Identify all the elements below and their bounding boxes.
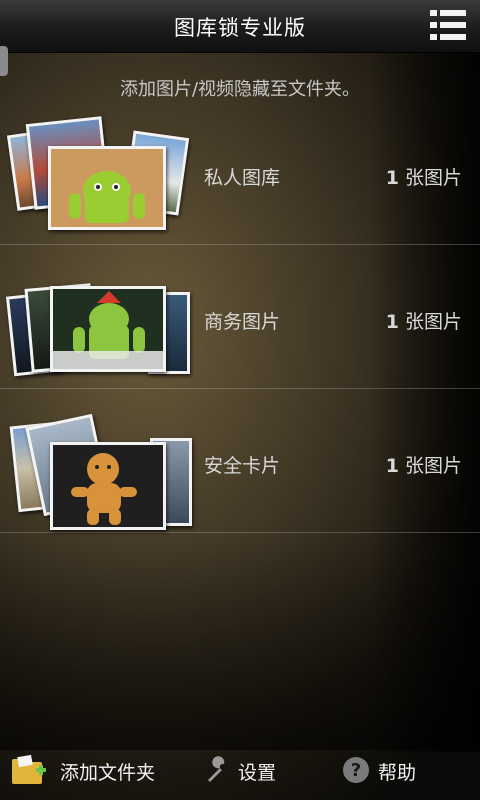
gingerbread-icon bbox=[53, 445, 163, 527]
folder-name: 商务图片 bbox=[204, 311, 281, 333]
folder-count: 1 张图片 bbox=[385, 167, 462, 189]
folder-name: 私人图库 bbox=[204, 167, 281, 189]
menu-dot bbox=[430, 10, 437, 16]
wrench-icon bbox=[208, 756, 225, 782]
list-menu-icon[interactable] bbox=[430, 8, 466, 42]
side-drawer-handle[interactable] bbox=[0, 46, 8, 76]
folder-thumbnail-stack bbox=[5, 256, 193, 377]
photo-thumb-main bbox=[50, 442, 166, 530]
android-robot-icon bbox=[53, 289, 163, 369]
svg-text:?: ? bbox=[351, 760, 361, 781]
help-icon: ? bbox=[343, 757, 369, 783]
help-label: 帮助 bbox=[378, 762, 417, 784]
photo-thumb-main bbox=[50, 286, 166, 372]
folder-count: 1 张图片 bbox=[385, 455, 462, 477]
title-bar: 图库锁专业版 bbox=[0, 0, 480, 53]
menu-bar bbox=[440, 34, 466, 40]
page-title: 图库锁专业版 bbox=[174, 16, 306, 40]
folder-thumbnail-stack bbox=[6, 112, 193, 232]
menu-bar bbox=[440, 10, 466, 16]
android-robot-icon bbox=[51, 149, 163, 227]
bottom-toolbar: 添加文件夹 设置 ? 帮助 bbox=[0, 742, 480, 800]
add-folder-label: 添加文件夹 bbox=[60, 762, 156, 784]
folder-row-business[interactable]: 商务图片 1 张图片 bbox=[0, 244, 480, 389]
folder-row-security-cards[interactable]: 安全卡片 1 张图片 bbox=[0, 388, 480, 533]
folder-row-private[interactable]: 私人图库 1 张图片 bbox=[0, 100, 480, 245]
folder-count: 1 张图片 bbox=[385, 311, 462, 333]
hint-text: 添加图片/视频隐藏至文件夹。 bbox=[119, 79, 361, 100]
menu-dot bbox=[430, 34, 437, 40]
folder-name: 安全卡片 bbox=[204, 455, 281, 477]
menu-bar bbox=[440, 22, 466, 28]
photo-thumb-main bbox=[48, 146, 166, 230]
menu-dot bbox=[430, 22, 437, 28]
add-folder-icon bbox=[12, 754, 46, 784]
folder-thumbnail-stack bbox=[8, 400, 193, 530]
settings-label: 设置 bbox=[238, 762, 277, 784]
add-folder-button[interactable]: 添加文件夹 bbox=[10, 754, 170, 788]
settings-button[interactable]: 设置 bbox=[202, 754, 292, 788]
background-shade-bottom bbox=[0, 540, 480, 750]
help-button[interactable]: ? 帮助 bbox=[342, 754, 432, 788]
